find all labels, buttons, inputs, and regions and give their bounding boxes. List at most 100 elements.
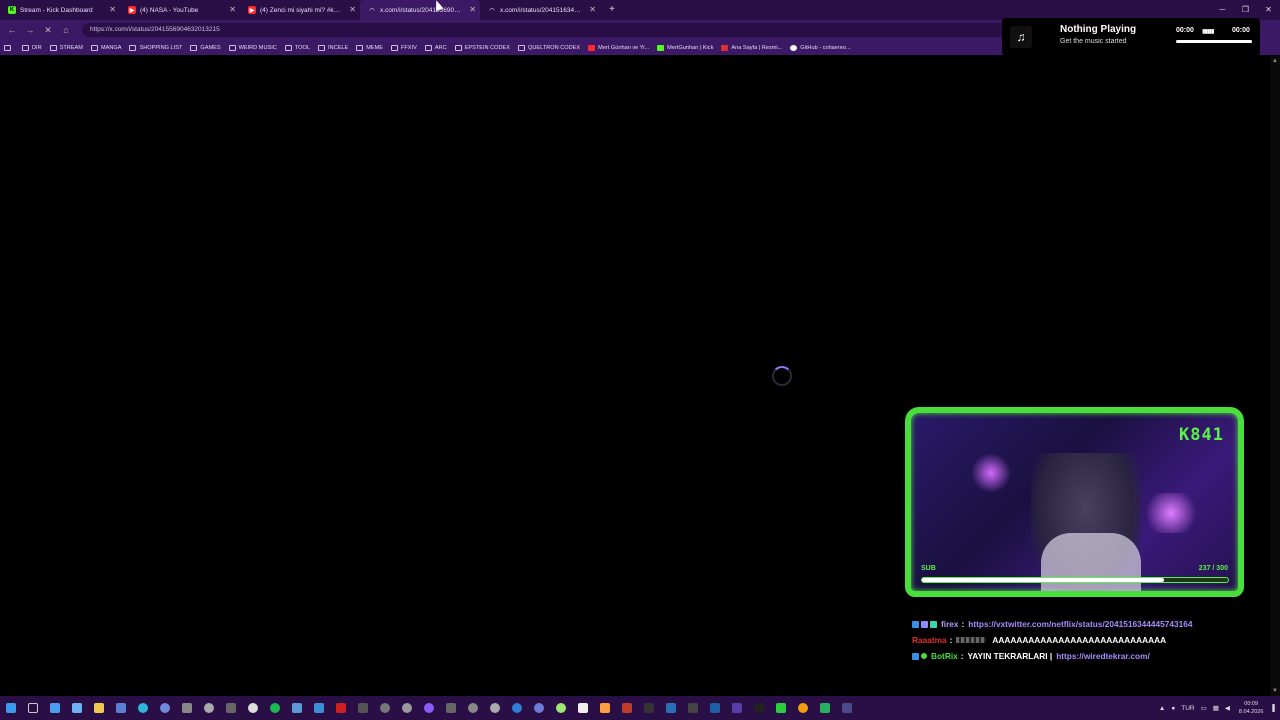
app-icon[interactable] — [814, 696, 836, 720]
app-icon[interactable] — [550, 696, 572, 720]
scroll-up-icon[interactable]: ▲ — [1272, 58, 1278, 64]
volume-icon[interactable]: ◀ — [1225, 704, 1230, 712]
notification-icon[interactable]: ▌ — [1272, 705, 1277, 712]
steam-icon[interactable] — [286, 696, 308, 720]
xbox-icon[interactable] — [242, 696, 264, 720]
app-icon[interactable] — [748, 696, 770, 720]
clock[interactable]: 00:09 8.04.2026 — [1239, 700, 1263, 716]
tab-title: (4) NASA - YouTube — [140, 6, 199, 14]
folder-icon — [49, 44, 57, 51]
app-icon[interactable] — [374, 696, 396, 720]
bookmark-arc[interactable]: ARC — [424, 44, 447, 51]
calculator-icon[interactable] — [110, 696, 132, 720]
new-tab-button[interactable]: + — [604, 2, 620, 18]
app-icon[interactable] — [616, 696, 638, 720]
start-icon[interactable] — [0, 696, 22, 720]
app-icon[interactable] — [176, 696, 198, 720]
search-icon[interactable] — [22, 696, 44, 720]
bookmark-ffxiv[interactable]: FFXIV — [390, 44, 417, 51]
tab-youtube-video[interactable]: ▶ (4) Zenci mi siyahi mi? #karamizah ✕ — [240, 0, 360, 20]
app-icon[interactable] — [462, 696, 484, 720]
display-icon[interactable]: ▭ — [1201, 704, 1207, 712]
close-icon[interactable]: ✕ — [109, 5, 116, 15]
bookmark-mertgunhan-kick[interactable]: MertGunhan | Kick — [657, 44, 713, 51]
photoshop-icon[interactable] — [704, 696, 726, 720]
app-icon[interactable] — [528, 696, 550, 720]
page-scrollbar[interactable]: ▲ ▼ — [1270, 56, 1280, 696]
music-note-icon: ♫ — [1010, 26, 1032, 48]
app-icon[interactable] — [220, 696, 242, 720]
loading-spinner-icon — [772, 366, 792, 386]
discord-icon[interactable] — [154, 696, 176, 720]
bookmark-shopping-list[interactable]: SHOPPING LIST — [129, 44, 183, 51]
light-glow — [1141, 493, 1201, 533]
app-icon[interactable] — [594, 696, 616, 720]
bookmark-ana-sayfa[interactable]: Ana Sayfa | Resmi... — [721, 44, 782, 51]
tab-x-status[interactable]: ◠ x.com/i/status/2041516344445743 ✕ — [480, 0, 600, 20]
close-icon[interactable]: ✕ — [349, 5, 356, 15]
chevron-up-icon[interactable]: ▲ — [1159, 705, 1165, 712]
now-playing-title: Nothing Playing — [1060, 24, 1137, 35]
tab-x-status-active[interactable]: ◠ x.com/i/status/2041556904632013 ✕ — [360, 0, 480, 20]
scroll-down-icon[interactable]: ▼ — [1272, 688, 1278, 694]
app-icon[interactable] — [836, 696, 858, 720]
bookmark-queltron-codex[interactable]: QUELTRON CODEX — [518, 44, 580, 51]
bookmark-weird-music[interactable]: WEIRD MUSIC — [228, 44, 277, 51]
language-indicator[interactable]: TUR — [1181, 705, 1194, 712]
bookmark-epstein-codex[interactable]: EPSTEIN CODEX — [454, 44, 510, 51]
task-view-icon[interactable] — [44, 696, 66, 720]
app-icon[interactable] — [682, 696, 704, 720]
url-input[interactable]: https://x.com/i/status/20415569046320132… — [82, 23, 1012, 37]
app-icon[interactable] — [638, 696, 660, 720]
chat-username: BotRix — [931, 651, 958, 661]
back-icon[interactable]: ← — [4, 22, 20, 38]
bookmark-tool[interactable]: TOOL — [284, 44, 310, 51]
widgets-icon[interactable] — [66, 696, 88, 720]
microphone-icon[interactable]: ● — [1171, 705, 1175, 712]
app-icon[interactable] — [198, 696, 220, 720]
tab-nasa-youtube[interactable]: ▶ (4) NASA - YouTube ✕ — [120, 0, 240, 20]
app-icon[interactable] — [352, 696, 374, 720]
obs-icon[interactable] — [418, 696, 440, 720]
tab-kick-dashboard[interactable]: K Stream - Kick Dashboard ✕ — [0, 0, 120, 20]
bookmark-mert-gunhan-youtube[interactable]: Mert Günhan ve Yi... — [588, 44, 649, 51]
app-icon[interactable] — [792, 696, 814, 720]
stop-icon[interactable]: ✕ — [40, 22, 56, 38]
app-icon[interactable] — [572, 696, 594, 720]
app-icon[interactable] — [308, 696, 330, 720]
app-icon[interactable] — [440, 696, 462, 720]
chat-link[interactable]: https://vxtwitter.com/netflix/status/204… — [968, 619, 1192, 629]
home-icon[interactable]: ⌂ — [58, 22, 74, 38]
premiere-icon[interactable] — [726, 696, 748, 720]
app-icon[interactable] — [330, 696, 352, 720]
badge-icon — [912, 620, 919, 628]
close-icon[interactable]: ✕ — [229, 5, 236, 15]
close-icon[interactable]: ✕ — [589, 5, 596, 15]
bookmark-incele[interactable]: INCELE — [317, 44, 348, 51]
bookmark-games[interactable]: GAMES — [190, 44, 221, 51]
spotify-icon[interactable] — [264, 696, 286, 720]
bookmark-manga[interactable]: MANGA — [90, 44, 121, 51]
app-icon[interactable] — [506, 696, 528, 720]
app-icon[interactable] — [484, 696, 506, 720]
edge-icon[interactable] — [132, 696, 154, 720]
maximize-icon[interactable]: ❐ — [1234, 0, 1257, 20]
file-explorer-icon[interactable] — [88, 696, 110, 720]
close-icon[interactable]: ✕ — [469, 5, 476, 15]
close-window-icon[interactable]: ✕ — [1257, 0, 1280, 20]
app-icon[interactable] — [396, 696, 418, 720]
forward-icon[interactable]: → — [22, 22, 38, 38]
sidebar-toggle-icon[interactable] — [4, 44, 14, 51]
audition-icon[interactable] — [660, 696, 682, 720]
sub-goal-count: 237 / 300 — [1198, 565, 1228, 572]
bookmark-github[interactable]: GitHub - cohaereo... — [790, 44, 851, 51]
bookmark-stream[interactable]: STREAM — [49, 44, 83, 51]
bookmark-dir[interactable]: DIR — [22, 44, 42, 51]
bookmark-label: SHOPPING LIST — [139, 44, 183, 51]
play-icon[interactable] — [770, 696, 792, 720]
minimize-icon[interactable]: ─ — [1211, 0, 1234, 20]
chat-link[interactable]: https://wiredtekrar.com/ — [1056, 651, 1150, 661]
bookmark-meme[interactable]: MEME — [356, 44, 383, 51]
screen: K Stream - Kick Dashboard ✕ ▶ (4) NASA -… — [0, 0, 1280, 720]
network-icon[interactable]: ▦ — [1213, 704, 1219, 712]
